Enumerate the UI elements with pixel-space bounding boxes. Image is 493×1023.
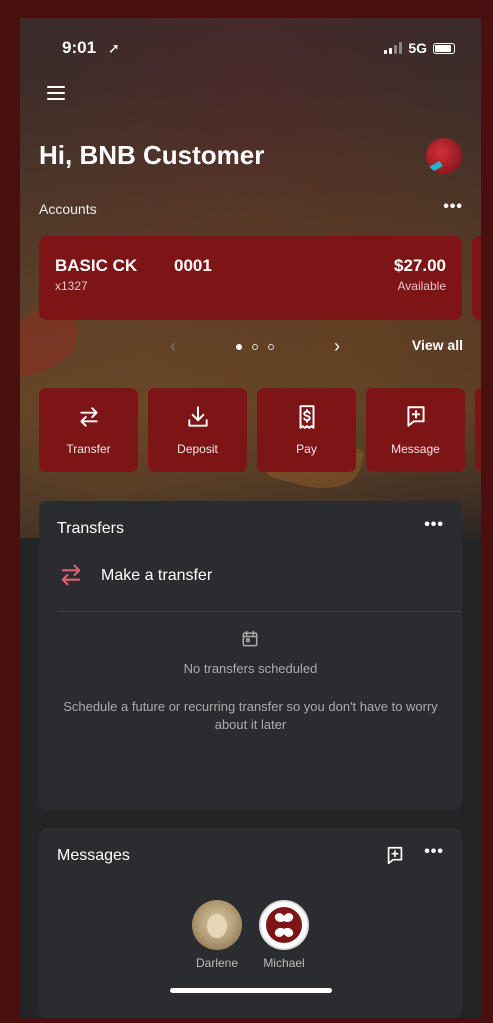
- page-dot: [252, 343, 258, 350]
- message-button[interactable]: Message: [366, 388, 465, 472]
- transfers-more-icon[interactable]: •••: [424, 516, 444, 534]
- pay-label: Pay: [296, 442, 317, 456]
- page-dots: [236, 343, 274, 350]
- status-time: 9:01: [62, 38, 97, 57]
- network-type: 5G: [408, 40, 427, 56]
- account-pager: ‹ ›: [170, 336, 340, 357]
- chevron-right-icon[interactable]: ›: [334, 336, 340, 357]
- make-transfer-label: Make a transfer: [101, 567, 213, 584]
- pay-button[interactable]: Pay: [257, 388, 356, 472]
- transfer-label: Transfer: [66, 442, 111, 456]
- contact-darlene[interactable]: Darlene: [192, 900, 242, 970]
- deposit-label: Deposit: [177, 442, 218, 456]
- transfer-icon: [61, 564, 81, 586]
- status-bar: 9:01 ➚ 5G: [62, 38, 455, 60]
- empty-transfers-title: No transfers scheduled: [183, 661, 318, 676]
- transfer-button[interactable]: Transfer: [39, 388, 138, 472]
- contact-name: Michael: [263, 956, 305, 970]
- profile-avatar[interactable]: [426, 138, 462, 174]
- account-balance: $27.00: [394, 256, 446, 275]
- empty-transfers-description: Schedule a future or recurring transfer …: [63, 699, 438, 732]
- page-dot: [268, 343, 274, 350]
- status-right: 5G: [384, 40, 455, 56]
- pay-icon: [299, 405, 314, 429]
- make-transfer-button[interactable]: Make a transfer: [57, 561, 462, 612]
- message-label: Message: [391, 442, 440, 456]
- account-card[interactable]: BASIC CK x1327 0001 $27.00 Available: [39, 236, 462, 320]
- account-number: x1327: [55, 279, 88, 293]
- bank-logo-icon: [266, 907, 302, 943]
- next-action-button[interactable]: [475, 388, 481, 472]
- avatar: [259, 900, 309, 950]
- account-code: 0001: [174, 256, 212, 275]
- phone-screen: 9:01 ➚ 5G Hi, BNB Customer Accounts ••• …: [20, 18, 481, 1018]
- chevron-left-icon[interactable]: ‹: [170, 336, 176, 357]
- signal-icon: [384, 42, 403, 54]
- avatar: [192, 900, 242, 950]
- message-icon: [406, 406, 425, 427]
- messages-more-icon[interactable]: •••: [424, 843, 444, 861]
- location-arrow-icon: ➚: [108, 40, 120, 56]
- next-account-card[interactable]: [472, 236, 481, 320]
- transfers-title: Transfers: [57, 520, 124, 537]
- calendar-icon: [242, 630, 258, 647]
- accounts-more-icon[interactable]: •••: [443, 198, 463, 216]
- quick-actions: Transfer Deposit Pay Message: [39, 388, 465, 472]
- new-message-icon[interactable]: [384, 845, 406, 867]
- message-contacts: Darlene Michael: [192, 900, 309, 970]
- contact-name: Darlene: [195, 956, 239, 970]
- contact-michael[interactable]: Michael: [259, 900, 309, 970]
- hamburger-menu-icon[interactable]: [47, 86, 65, 100]
- deposit-button[interactable]: Deposit: [148, 388, 247, 472]
- view-all-link[interactable]: View all: [412, 337, 463, 353]
- account-name: BASIC CK: [55, 256, 138, 275]
- transfer-icon: [79, 407, 98, 427]
- transfers-card: Transfers ••• Make a transfer No transfe…: [39, 501, 462, 810]
- home-indicator[interactable]: [170, 988, 332, 993]
- deposit-icon: [187, 406, 208, 427]
- account-balance-status: Available: [397, 279, 446, 293]
- messages-title: Messages: [57, 847, 130, 864]
- accounts-label: Accounts: [39, 201, 97, 217]
- greeting-title: Hi, BNB Customer: [39, 140, 265, 170]
- page-dot: [236, 343, 242, 350]
- battery-icon: [433, 42, 455, 54]
